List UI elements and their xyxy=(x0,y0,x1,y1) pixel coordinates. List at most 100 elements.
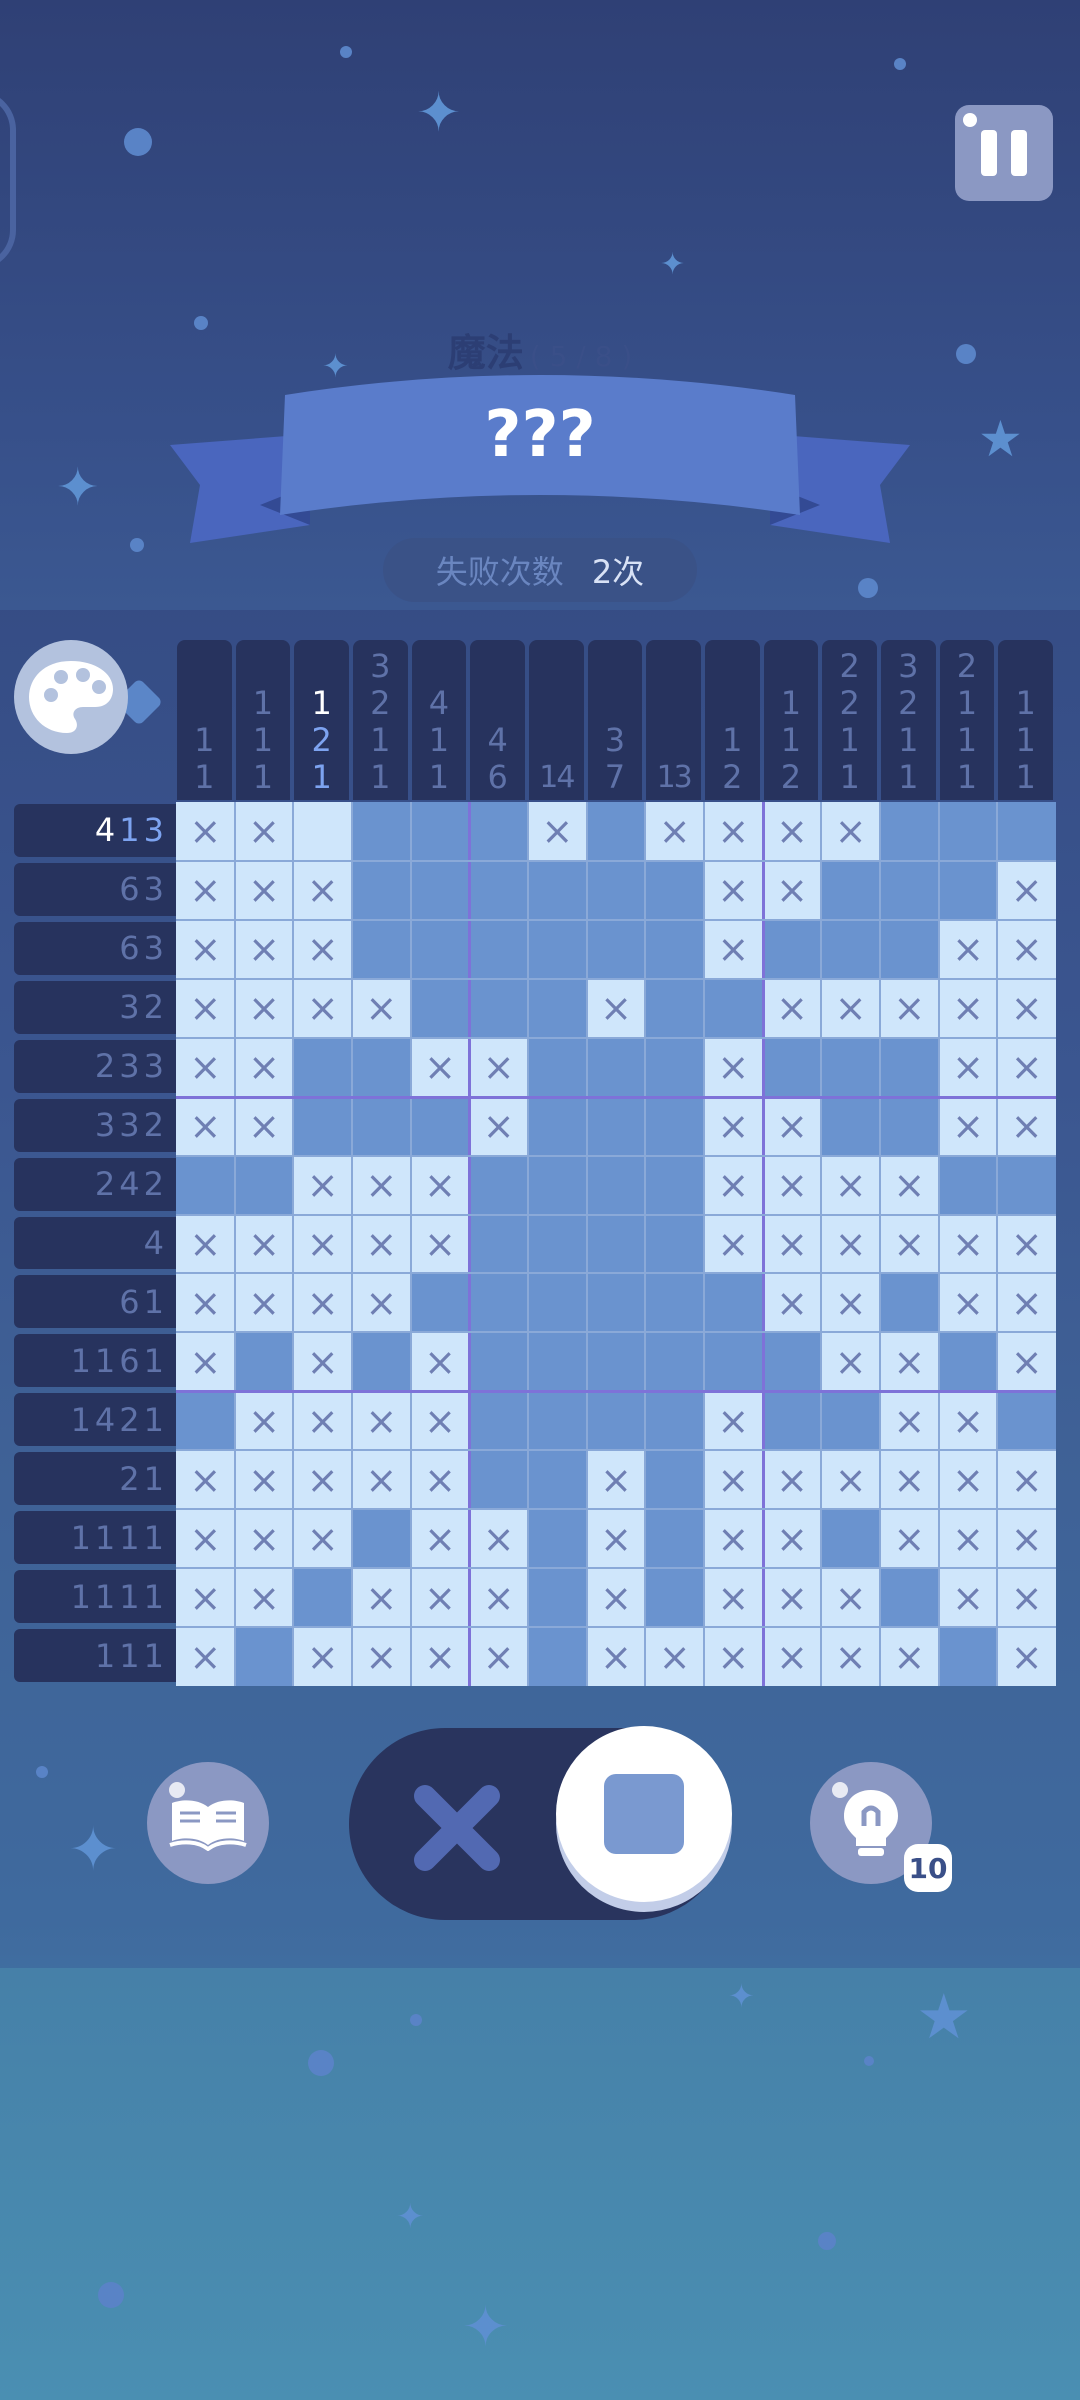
grid-cell-crossed[interactable] xyxy=(997,1214,1056,1274)
grid-cell-crossed[interactable] xyxy=(704,860,763,920)
grid-cell-crossed[interactable] xyxy=(176,1214,235,1274)
grid-cell-crossed[interactable] xyxy=(997,1096,1056,1156)
grid-cell-crossed[interactable] xyxy=(704,919,763,979)
grid-cell-crossed[interactable] xyxy=(469,1627,528,1686)
grid-cell-crossed[interactable] xyxy=(938,1214,998,1274)
grid-cell-filled[interactable] xyxy=(586,1096,646,1156)
grid-cell-crossed[interactable] xyxy=(762,1273,822,1333)
grid-cell-filled[interactable] xyxy=(880,1037,939,1097)
grid-cell-filled[interactable] xyxy=(352,1096,411,1156)
grid-cell-crossed[interactable] xyxy=(176,1332,235,1392)
grid-cell-filled[interactable] xyxy=(586,1214,646,1274)
grid-cell-crossed[interactable] xyxy=(704,802,763,861)
grid-cell-filled[interactable] xyxy=(352,1509,411,1569)
grid-cell-crossed[interactable] xyxy=(997,919,1056,979)
grid-cell-filled[interactable] xyxy=(528,860,587,920)
grid-cell-crossed[interactable] xyxy=(997,1273,1056,1333)
grid-cell-crossed[interactable] xyxy=(880,978,939,1038)
grid-cell-filled[interactable] xyxy=(293,1568,352,1628)
grid-cell-filled[interactable] xyxy=(528,1273,587,1333)
grid-cell-filled[interactable] xyxy=(410,860,470,920)
grid-cell-filled[interactable] xyxy=(645,1450,704,1510)
grid-cell-filled[interactable] xyxy=(293,1096,352,1156)
grid-cell-crossed[interactable] xyxy=(704,1214,763,1274)
grid-cell-filled[interactable] xyxy=(528,1037,587,1097)
grid-cell-filled[interactable] xyxy=(586,1391,646,1451)
grid-cell-filled[interactable] xyxy=(586,1037,646,1097)
grid-cell-crossed[interactable] xyxy=(938,1391,998,1451)
grid-cell-filled[interactable] xyxy=(586,802,646,861)
grid-cell-crossed[interactable] xyxy=(821,1568,880,1628)
grid-cell-filled[interactable] xyxy=(704,1332,763,1392)
grid-cell-filled[interactable] xyxy=(821,860,880,920)
grid-cell-crossed[interactable] xyxy=(997,1509,1056,1569)
grid-cell-crossed[interactable] xyxy=(352,978,411,1038)
grid-cell-filled[interactable] xyxy=(645,1568,704,1628)
cross-mode-button[interactable] xyxy=(405,1776,509,1880)
grid-cell-crossed[interactable] xyxy=(586,1568,646,1628)
grid-cell-filled[interactable] xyxy=(528,1450,587,1510)
grid-cell-filled[interactable] xyxy=(938,1155,998,1215)
grid-cell-crossed[interactable] xyxy=(997,1568,1056,1628)
grid-cell-crossed[interactable] xyxy=(176,1037,235,1097)
grid-cell-filled[interactable] xyxy=(528,919,587,979)
grid-cell-crossed[interactable] xyxy=(938,978,998,1038)
grid-cell-filled[interactable] xyxy=(352,860,411,920)
grid-cell-crossed[interactable] xyxy=(704,1096,763,1156)
grid-cell-crossed[interactable] xyxy=(704,1627,763,1686)
grid-cell-filled[interactable] xyxy=(528,1627,587,1686)
grid-cell-filled[interactable] xyxy=(586,1155,646,1215)
grid-cell-crossed[interactable] xyxy=(293,1450,352,1510)
grid-cell-crossed[interactable] xyxy=(176,1568,235,1628)
grid-cell-crossed[interactable] xyxy=(704,1509,763,1569)
grid-cell-filled[interactable] xyxy=(586,1332,646,1392)
grid-cell-filled[interactable] xyxy=(938,802,998,861)
grid-cell-crossed[interactable] xyxy=(997,1037,1056,1097)
grid-cell-crossed[interactable] xyxy=(762,1214,822,1274)
grid-cell-crossed[interactable] xyxy=(410,1332,470,1392)
grid-cell-crossed[interactable] xyxy=(176,978,235,1038)
grid-cell-crossed[interactable] xyxy=(997,860,1056,920)
grid-cell-crossed[interactable] xyxy=(293,919,352,979)
grid-cell-filled[interactable] xyxy=(821,919,880,979)
grid-cell-filled[interactable] xyxy=(528,1568,587,1628)
grid-cell-filled[interactable] xyxy=(234,1627,294,1686)
grid-cell-crossed[interactable] xyxy=(762,1096,822,1156)
grid-cell-filled[interactable] xyxy=(997,1155,1056,1215)
grid-cell-crossed[interactable] xyxy=(762,1568,822,1628)
grid-cell-crossed[interactable] xyxy=(234,802,294,861)
grid-cell-crossed[interactable] xyxy=(645,1627,704,1686)
grid-cell-crossed[interactable] xyxy=(938,1450,998,1510)
grid-cell-crossed[interactable] xyxy=(821,802,880,861)
grid-cell-crossed[interactable] xyxy=(293,1627,352,1686)
grid-cell-filled[interactable] xyxy=(528,978,587,1038)
grid-cell-filled[interactable] xyxy=(645,1037,704,1097)
grid-cell-crossed[interactable] xyxy=(293,1214,352,1274)
grid-cell-crossed[interactable] xyxy=(410,1509,470,1569)
grid-cell-filled[interactable] xyxy=(176,1155,235,1215)
grid-cell-filled[interactable] xyxy=(469,1155,528,1215)
grid-cell-crossed[interactable] xyxy=(762,860,822,920)
grid-cell-filled[interactable] xyxy=(821,1509,880,1569)
grid-cell-crossed[interactable] xyxy=(469,1096,528,1156)
grid-cell-filled[interactable] xyxy=(469,860,528,920)
grid-cell-filled[interactable] xyxy=(645,860,704,920)
grid-cell-crossed[interactable] xyxy=(528,802,587,861)
grid-cell-crossed[interactable] xyxy=(821,1214,880,1274)
grid-cell-crossed[interactable] xyxy=(410,1155,470,1215)
book-button[interactable] xyxy=(147,1762,269,1884)
grid-cell-crossed[interactable] xyxy=(293,860,352,920)
grid-cell-crossed[interactable] xyxy=(821,1155,880,1215)
fill-mode-button[interactable] xyxy=(556,1726,732,1902)
grid-cell-crossed[interactable] xyxy=(762,1627,822,1686)
grid-cell-filled[interactable] xyxy=(352,802,411,861)
grid-cell-crossed[interactable] xyxy=(410,1214,470,1274)
grid-cell-crossed[interactable] xyxy=(234,1096,294,1156)
grid-cell-filled[interactable] xyxy=(586,1273,646,1333)
grid-cell-crossed[interactable] xyxy=(469,1568,528,1628)
grid-cell-filled[interactable] xyxy=(938,1627,998,1686)
grid-cell-crossed[interactable] xyxy=(704,1568,763,1628)
grid-cell-filled[interactable] xyxy=(762,1391,822,1451)
grid-cell-crossed[interactable] xyxy=(821,1273,880,1333)
grid-cell-filled[interactable] xyxy=(234,1332,294,1392)
